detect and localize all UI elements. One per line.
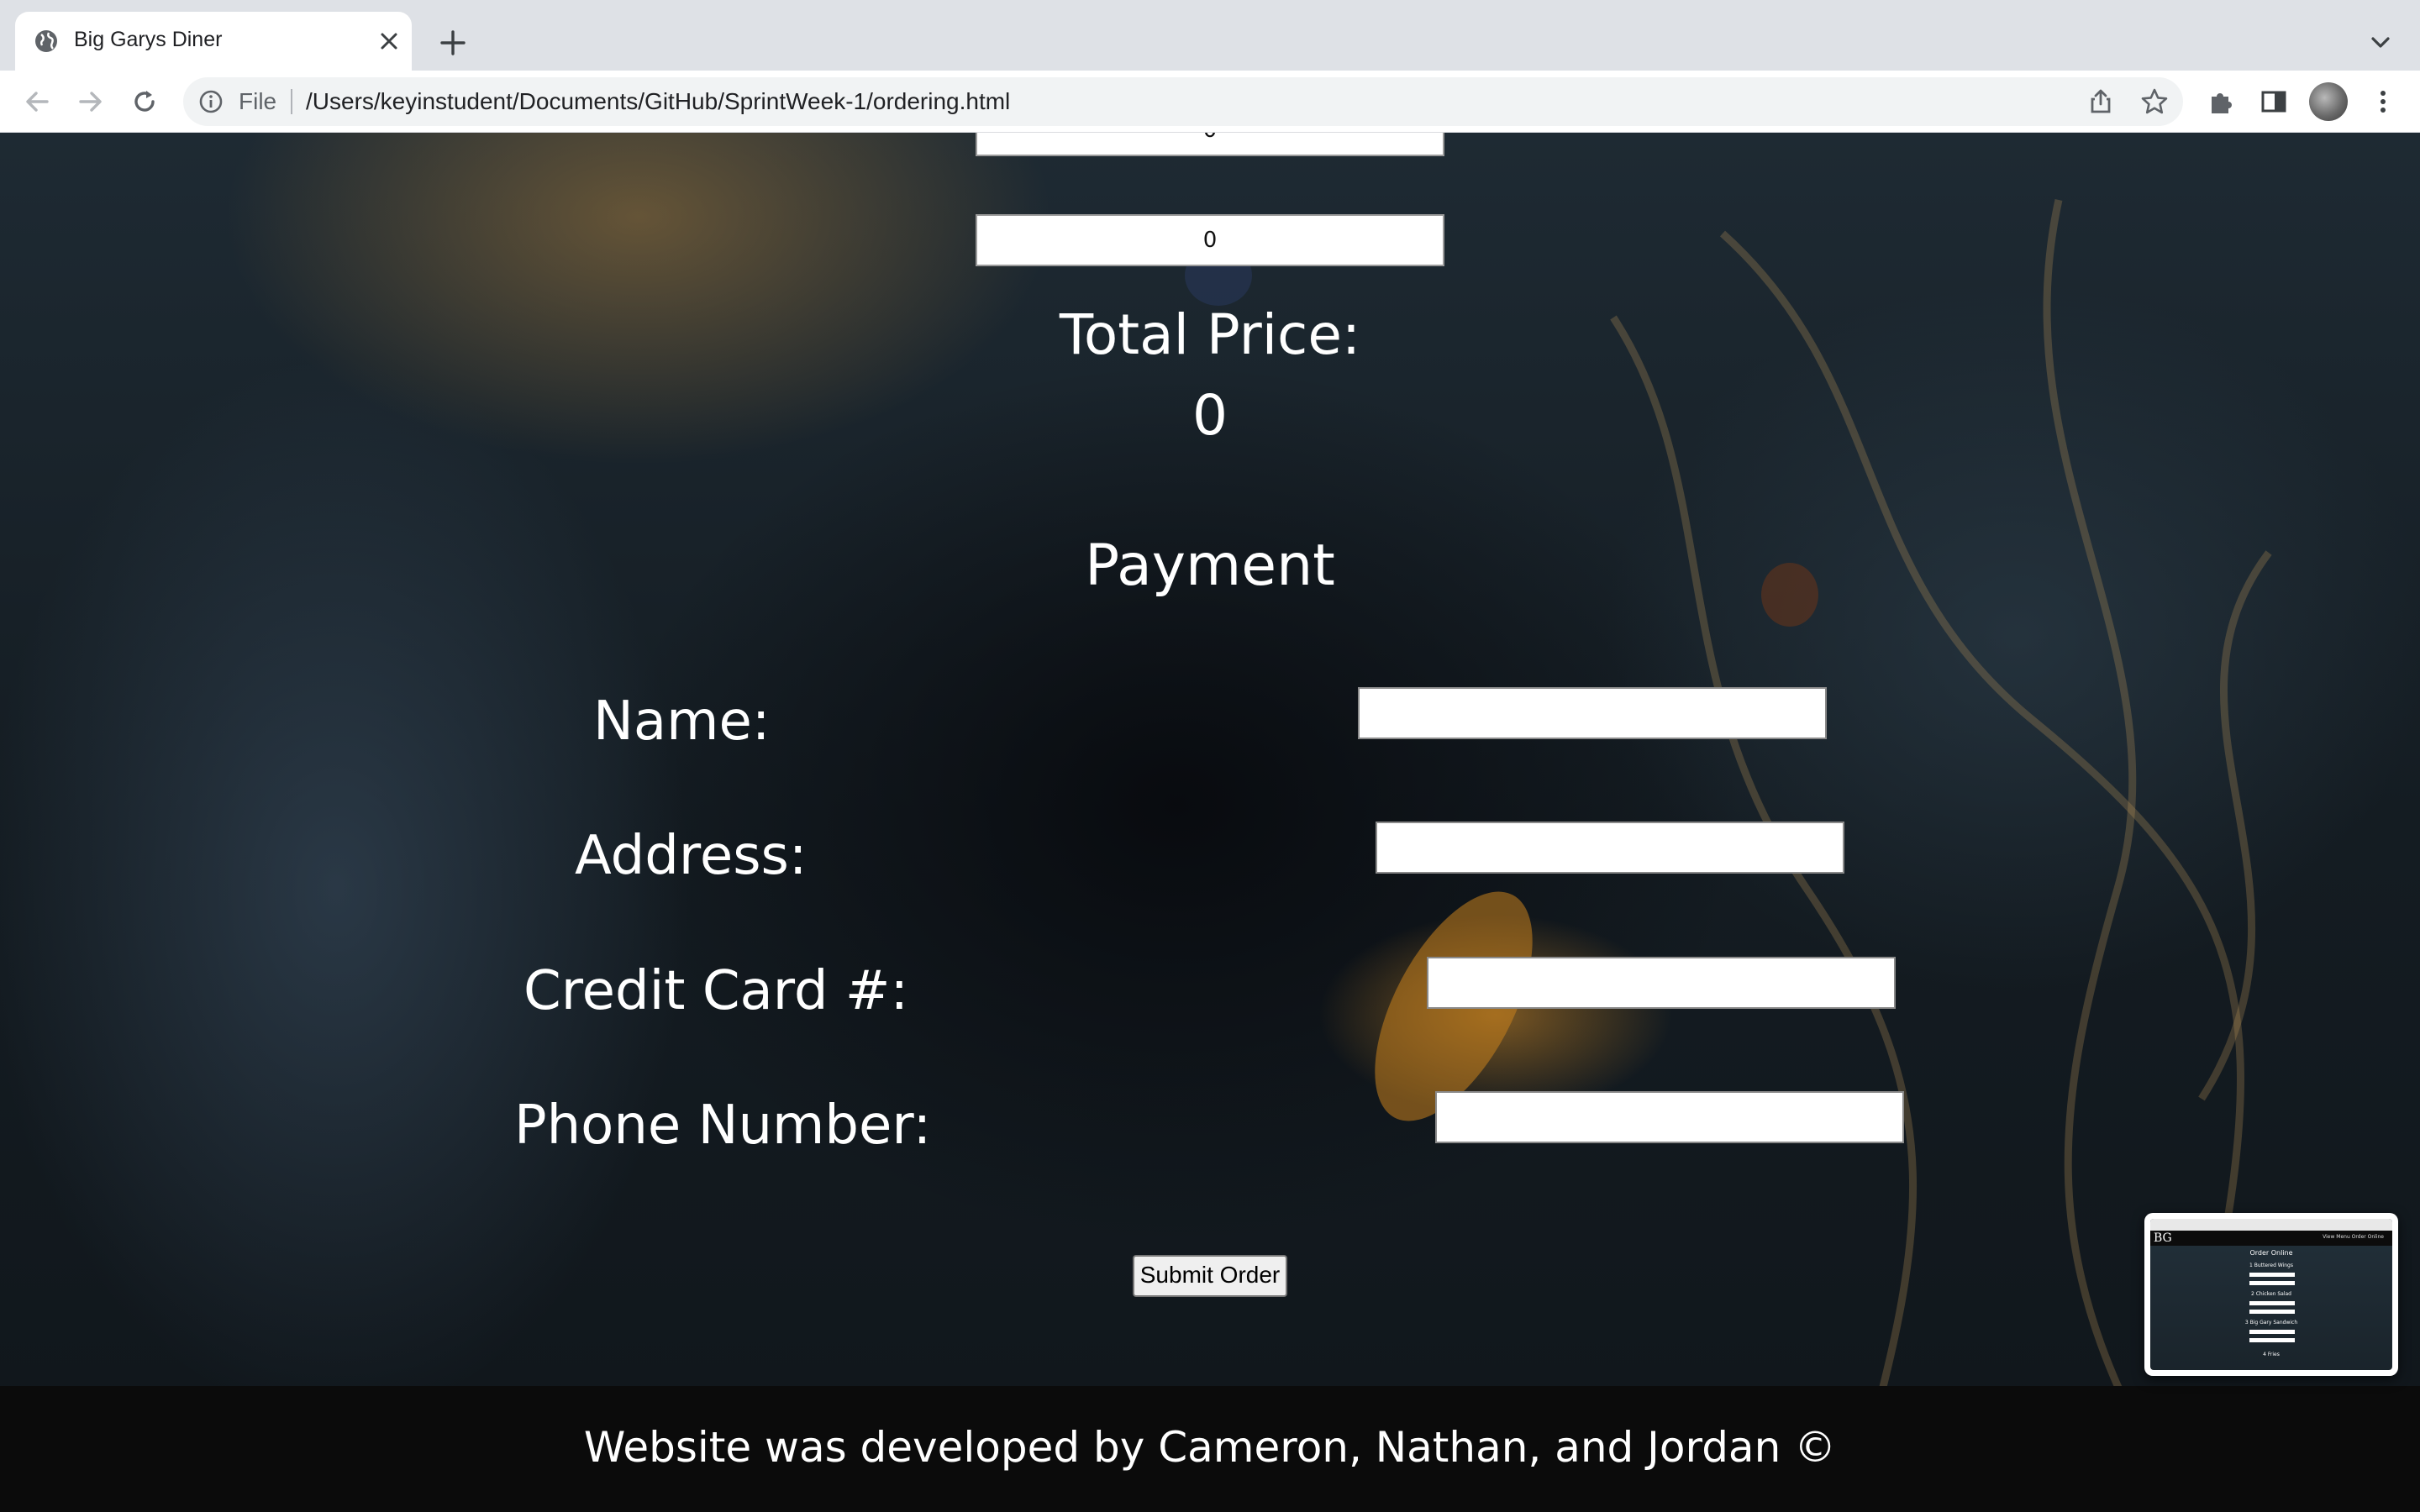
thumbnail-logo: BG — [2154, 1231, 2172, 1245]
quantity-field[interactable]: 0 — [976, 214, 1444, 266]
tab-strip: Big Garys Diner — [0, 0, 2420, 71]
browser-toolbar: File /Users/keyinstudent/Documents/GitHu… — [0, 71, 2420, 133]
plus-icon[interactable] — [439, 29, 467, 57]
phone-number-label: Phone Number: — [514, 1095, 932, 1157]
submit-order-button[interactable]: Submit Order — [1133, 1255, 1287, 1297]
side-panel-icon[interactable] — [2259, 87, 2289, 117]
footer-credits: Website was developed by Cameron, Nathan… — [583, 1423, 1837, 1472]
quantity-field[interactable]: 0 — [976, 133, 1444, 156]
chevron-down-icon[interactable] — [2368, 30, 2393, 55]
info-icon[interactable] — [198, 89, 224, 114]
puzzle-icon[interactable] — [2207, 87, 2237, 117]
payment-heading: Payment — [1085, 533, 1335, 599]
star-icon[interactable] — [2139, 87, 2170, 117]
url-text[interactable]: /Users/keyinstudent/Documents/GitHub/Spr… — [306, 88, 1010, 115]
thumbnail-field — [2249, 1273, 2295, 1277]
arrow-right-icon[interactable] — [76, 87, 106, 117]
url-scheme: File — [239, 88, 277, 114]
phone-number-input[interactable] — [1435, 1091, 1904, 1143]
thumbnail-field — [2249, 1330, 2295, 1334]
close-icon[interactable] — [378, 30, 400, 52]
kebab-menu-icon[interactable] — [2368, 87, 2398, 117]
total-price-value: 0 — [1192, 383, 1228, 448]
reload-icon[interactable] — [129, 87, 160, 117]
screenshot-thumbnail[interactable]: BG View Menu Order Online Order Online 1… — [2144, 1213, 2398, 1376]
thumbnail-item: 2 Chicken Salad — [2251, 1291, 2291, 1297]
credit-card-label: Credit Card #: — [523, 960, 909, 1022]
thumbnail-item: 1 Buttered Wings — [2249, 1263, 2293, 1268]
thumbnail-field — [2249, 1338, 2295, 1342]
globe-icon — [35, 30, 57, 52]
thumbnail-browser-chrome — [2150, 1219, 2392, 1231]
thumbnail-nav-links: View Menu Order Online — [2323, 1234, 2384, 1240]
thumbnail-field — [2249, 1310, 2295, 1314]
credit-card-input[interactable] — [1427, 957, 1896, 1009]
thumbnail-preview: BG View Menu Order Online Order Online 1… — [2150, 1219, 2392, 1370]
tab-title: Big Garys Diner — [74, 28, 223, 51]
share-icon[interactable] — [2086, 87, 2116, 117]
thumbnail-item: 3 Big Gary Sandwich — [2244, 1320, 2298, 1326]
thumbnail-field — [2249, 1281, 2295, 1285]
arrow-left-icon[interactable] — [22, 87, 52, 117]
thumbnail-field — [2249, 1301, 2295, 1305]
name-label: Name: — [593, 690, 771, 753]
footer: Website was developed by Cameron, Nathan… — [0, 1386, 2420, 1512]
address-bar[interactable]: File /Users/keyinstudent/Documents/GitHu… — [183, 77, 2183, 126]
thumbnail-item: 4 Fries — [2263, 1352, 2280, 1357]
thumbnail-heading: Order Online — [2249, 1249, 2293, 1257]
address-input[interactable] — [1376, 822, 1844, 874]
name-input[interactable] — [1358, 687, 1827, 739]
url-separator — [291, 89, 292, 114]
thumbnail-navbar: BG View Menu Order Online — [2150, 1231, 2392, 1246]
page-viewport: 0 0 Total Price: 0 Payment Name: Address… — [0, 133, 2420, 1512]
tab-big-garys-diner[interactable]: Big Garys Diner — [15, 12, 412, 71]
total-price-label: Total Price: — [1059, 302, 1361, 367]
address-label: Address: — [575, 825, 808, 887]
profile-avatar[interactable] — [2309, 82, 2348, 121]
